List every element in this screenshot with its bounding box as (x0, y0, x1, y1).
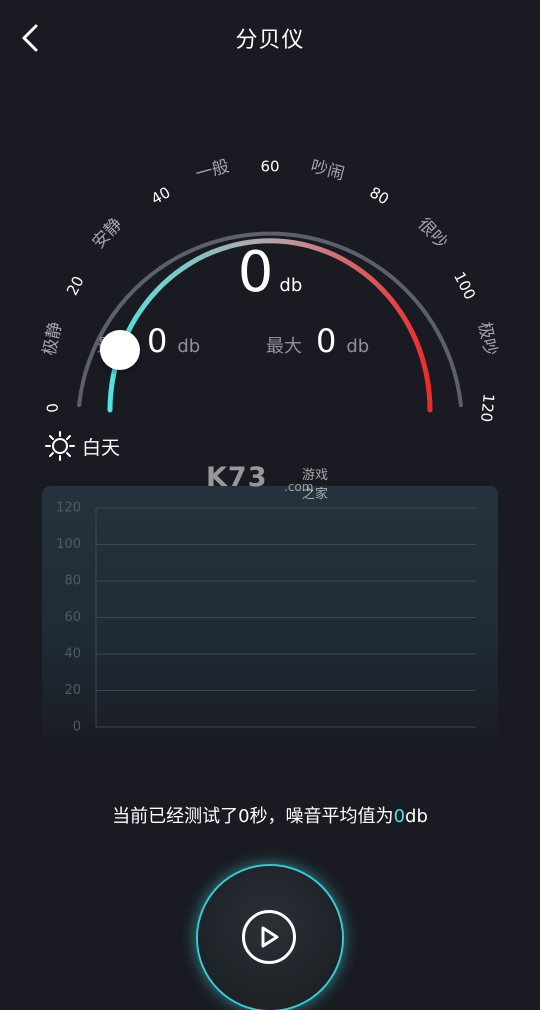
gauge-tick-label: 40 (148, 183, 174, 208)
play-button[interactable] (242, 910, 296, 964)
min-value: 0 (147, 322, 168, 360)
max-value: 0 (316, 322, 337, 360)
chart-y-tick: 0 (73, 720, 81, 735)
gauge-knob[interactable] (100, 330, 140, 370)
gauge-tick-label: 60 (260, 158, 279, 176)
status-seconds: 0 (238, 806, 250, 827)
chart-plot: 120 100 80 60 40 20 0 (56, 501, 476, 735)
status-middle: 秒，噪音平均值为 (249, 806, 394, 827)
play-button-ring (198, 866, 342, 1010)
app-header: 分贝仪 (0, 0, 540, 76)
page-title: 分贝仪 (235, 28, 305, 53)
chart-y-tick: 100 (56, 537, 81, 552)
min-unit: db (177, 336, 201, 357)
current-value: 0 (237, 240, 274, 305)
history-chart: 120 100 80 60 40 20 0 (42, 486, 498, 750)
chart-y-tick: 40 (64, 647, 81, 662)
day-mode-toggle[interactable]: 白天 (44, 430, 120, 462)
sun-icon (45, 431, 75, 461)
gauge-tick-label: 0 (43, 402, 62, 413)
watermark-logo: K73 游戏之家 .com (206, 460, 336, 502)
chart-y-tick: 20 (64, 683, 81, 698)
chart-y-tick: 60 (64, 610, 81, 625)
chart-y-tick: 80 (64, 574, 81, 589)
test-status: 当前已经测试了0秒，噪音平均值为0db (0, 802, 540, 828)
mode-label: 白天 (82, 436, 121, 459)
current-reading: 0 db (0, 240, 540, 305)
gauge-tick-label: 80 (366, 183, 392, 208)
status-unit: db (405, 806, 428, 827)
current-unit: db (279, 275, 303, 296)
gauge-level-word: 吵闹 (308, 157, 346, 185)
max-reading: 最大 0 db (266, 322, 369, 362)
chart-y-tick: 120 (56, 501, 81, 516)
gauge-level-word: 极静 (40, 320, 67, 357)
gauge-tick-label: 120 (477, 393, 498, 423)
gauge-level-word: 极吵 (474, 320, 501, 357)
max-label: 最大 (266, 336, 302, 357)
play-icon (261, 926, 279, 948)
status-prefix: 当前已经测试了 (112, 806, 239, 827)
gauge-level-word: 一般 (193, 157, 231, 185)
status-average: 0 (393, 806, 406, 827)
watermark-brand: K73 (206, 462, 268, 493)
max-unit: db (346, 336, 370, 357)
watermark-domain: .com (284, 480, 314, 494)
